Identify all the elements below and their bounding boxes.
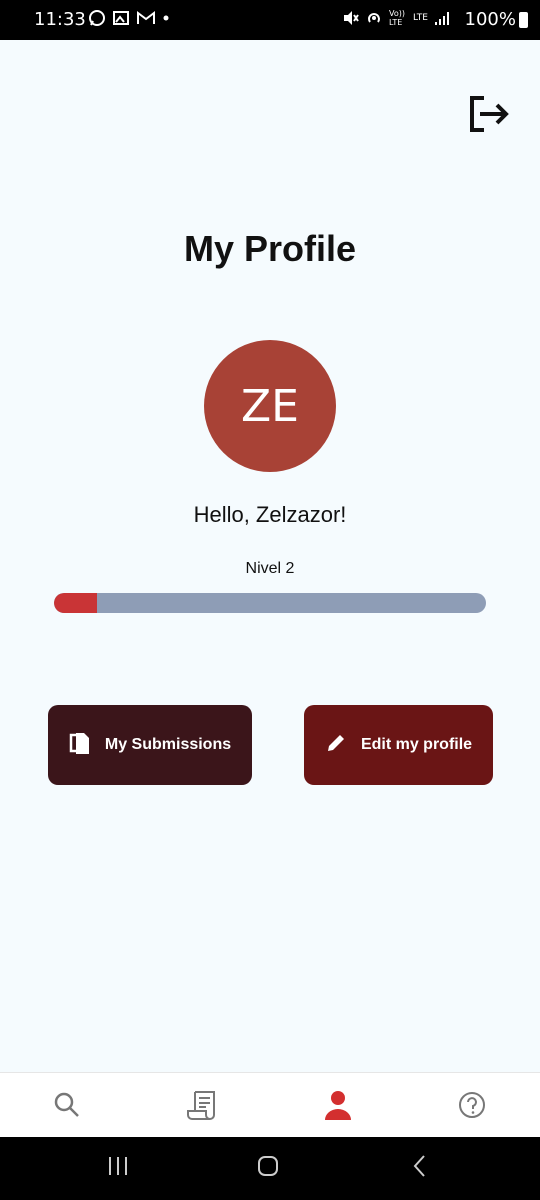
nav-help[interactable] xyxy=(452,1087,492,1127)
recent-apps-button[interactable] xyxy=(98,1152,138,1184)
bottom-navigation xyxy=(0,1072,540,1138)
status-bar: 11:33 Vo)) LTE LTE 100% xyxy=(0,0,540,40)
home-button[interactable] xyxy=(248,1152,288,1184)
level-progress-bar xyxy=(54,593,486,613)
logout-button[interactable] xyxy=(466,94,514,136)
greeting-text: Hello, Zelzazor! xyxy=(193,502,347,527)
my-submissions-label: My Submissions xyxy=(104,736,232,753)
pencil-icon xyxy=(325,732,347,759)
recent-apps-icon xyxy=(106,1155,130,1182)
lte-icon: LTE xyxy=(413,13,428,23)
nav-profile[interactable] xyxy=(318,1087,358,1127)
logout-icon xyxy=(466,96,510,138)
submissions-icon xyxy=(186,1089,216,1126)
gallery-icon xyxy=(112,9,130,27)
profile-icon xyxy=(323,1089,353,1126)
search-icon xyxy=(53,1091,81,1124)
battery-percentage: 100% xyxy=(464,9,516,30)
back-button[interactable] xyxy=(400,1152,440,1184)
my-submissions-button[interactable]: My Submissions xyxy=(48,705,252,785)
page-title: My Profile xyxy=(183,228,357,269)
whatsapp-icon xyxy=(88,9,106,27)
avatar: ZE xyxy=(204,340,336,472)
gmail-icon xyxy=(136,10,156,26)
status-time: 11:33 xyxy=(34,9,86,30)
mute-icon xyxy=(341,9,359,27)
level-progress-fill xyxy=(54,593,98,613)
volte-icon: Vo)) LTE xyxy=(389,9,406,27)
battery-icon xyxy=(519,12,528,28)
signal-icon xyxy=(434,10,450,26)
edit-profile-button[interactable]: Edit my profile xyxy=(304,705,493,785)
level-label: Nivel 2 xyxy=(245,560,295,577)
system-navigation-bar xyxy=(0,1137,540,1200)
nav-search[interactable] xyxy=(47,1087,87,1127)
avatar-initials: ZE xyxy=(241,380,299,432)
dot-icon xyxy=(162,14,170,22)
help-icon xyxy=(458,1091,486,1124)
documents-icon xyxy=(69,731,91,760)
edit-profile-label: Edit my profile xyxy=(360,736,473,753)
profile-screen: My Profile ZE Hello, Zelzazor! Nivel 2 M… xyxy=(0,40,540,1072)
nav-submissions[interactable] xyxy=(181,1087,221,1127)
back-icon xyxy=(410,1154,430,1183)
hotspot-icon xyxy=(365,9,383,27)
home-icon xyxy=(256,1154,280,1183)
